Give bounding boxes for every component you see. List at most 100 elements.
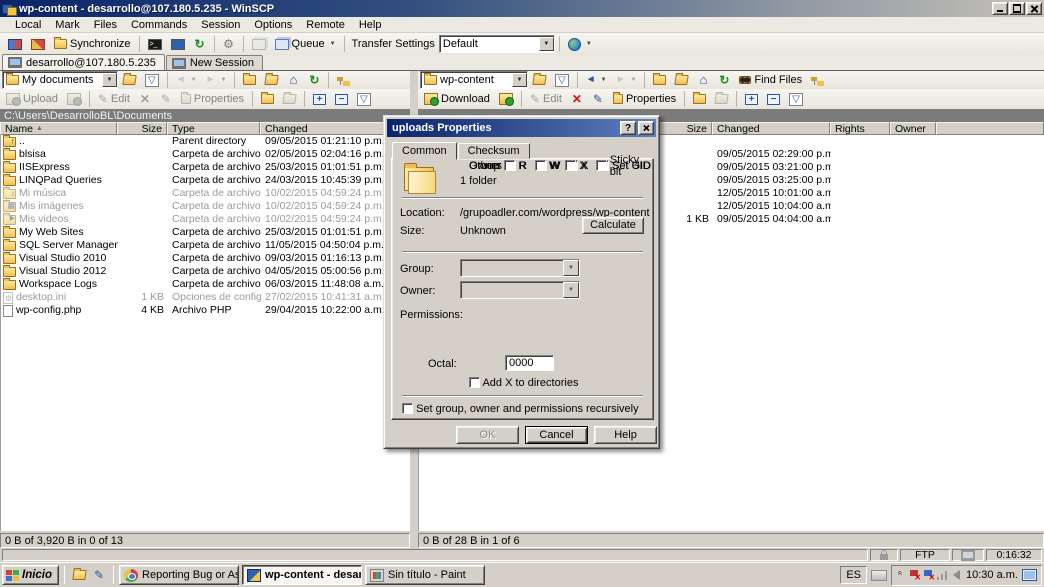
- upload-and-delete-button[interactable]: [63, 89, 85, 109]
- column-header-name[interactable]: Name▲: [0, 122, 117, 135]
- file-row[interactable]: Mi música Carpeta de archivos 10/02/2015…: [1, 187, 410, 200]
- download-and-delete-button[interactable]: [495, 89, 517, 109]
- left-unselect-button[interactable]: −: [331, 89, 352, 109]
- file-row[interactable]: SQL Server Manageme... Carpeta de archiv…: [1, 239, 410, 252]
- cancel-button[interactable]: Cancel: [525, 426, 588, 444]
- right-selection-filter-button[interactable]: ▽: [785, 89, 807, 109]
- right-delete-button[interactable]: ✕: [567, 89, 587, 109]
- file-row[interactable]: IISExpress Carpeta de archivos 25/03/201…: [1, 161, 410, 174]
- keyboard-icon[interactable]: [871, 570, 887, 581]
- chevron-down-icon[interactable]: ▼: [539, 37, 554, 51]
- right-refresh-button[interactable]: ↻: [714, 70, 734, 90]
- chevron-down-icon[interactable]: ▼: [512, 73, 527, 87]
- left-tree-button[interactable]: [333, 70, 354, 90]
- left-new-file-button[interactable]: [279, 89, 300, 109]
- right-forward-button[interactable]: ►▼: [612, 70, 641, 90]
- left-parent-directory-button[interactable]: [239, 70, 260, 90]
- right-directory-combo[interactable]: wp-content ▼: [420, 71, 528, 89]
- right-select-button[interactable]: +: [741, 89, 762, 109]
- start-button[interactable]: Inicio: [2, 565, 59, 585]
- minimize-button[interactable]: [992, 2, 1008, 15]
- session-tab[interactable]: New Session: [166, 55, 263, 70]
- file-row[interactable]: Mis imágenes Carpeta de archivos 10/02/2…: [1, 200, 410, 213]
- right-parent-directory-button[interactable]: [649, 70, 670, 90]
- security-alert-icon[interactable]: [909, 570, 919, 580]
- file-row[interactable]: .. Parent directory 09/05/2015 01:21:10 …: [1, 135, 410, 148]
- synchronize-button[interactable]: Synchronize: [50, 34, 135, 54]
- owner-combo[interactable]: ▼: [460, 281, 580, 299]
- column-header-size[interactable]: Size: [117, 122, 167, 135]
- menu-item[interactable]: Session: [194, 18, 247, 32]
- right-new-file-button[interactable]: [711, 89, 732, 109]
- octal-input[interactable]: 0000: [505, 355, 554, 371]
- chevron-down-icon[interactable]: ▼: [563, 282, 579, 298]
- menu-item[interactable]: Commands: [124, 18, 194, 32]
- group-combo[interactable]: ▼: [460, 259, 580, 277]
- left-properties-button[interactable]: Properties: [177, 89, 248, 109]
- left-back-button[interactable]: ◄▼: [172, 70, 201, 90]
- recursive-checkbox[interactable]: [402, 403, 413, 414]
- menu-item[interactable]: Options: [247, 18, 299, 32]
- left-open-directory-button[interactable]: [119, 70, 140, 90]
- preferences-button[interactable]: ⚙: [219, 34, 239, 54]
- right-home-button[interactable]: ⌂: [693, 70, 713, 90]
- ok-button[interactable]: OK: [456, 426, 519, 444]
- left-select-button[interactable]: +: [309, 89, 330, 109]
- left-filter-button[interactable]: ▽: [141, 70, 163, 90]
- file-row[interactable]: Visual Studio 2012 Carpeta de archivos 0…: [1, 265, 410, 278]
- right-rename-button[interactable]: ✎: [588, 89, 608, 109]
- right-properties-button[interactable]: Properties: [609, 89, 680, 109]
- language-indicator[interactable]: ES: [840, 566, 867, 584]
- task-button[interactable]: wp-content - desarrol...: [242, 565, 362, 585]
- left-path-bar[interactable]: C:\Users\DesarrolloBL\Documents: [0, 109, 410, 122]
- file-row[interactable]: desktop.ini 1 KB Opciones de config... 2…: [1, 291, 410, 304]
- right-back-button[interactable]: ◄▼: [582, 70, 611, 90]
- transfer-settings-combo[interactable]: Default ▼: [439, 35, 555, 53]
- update-alert-icon[interactable]: [923, 570, 933, 580]
- quick-launch-notes-button[interactable]: ✎: [90, 566, 108, 584]
- quick-launch-explorer-button[interactable]: [70, 566, 88, 584]
- file-row[interactable]: LINQPad Queries Carpeta de archivos 24/0…: [1, 174, 410, 187]
- special-checkbox[interactable]: [596, 160, 607, 171]
- left-home-button[interactable]: ⌂: [283, 70, 303, 90]
- menu-item[interactable]: Mark: [48, 18, 86, 32]
- calculate-button[interactable]: Calculate: [582, 217, 644, 234]
- right-tree-button[interactable]: [807, 70, 828, 90]
- column-header-rights[interactable]: Rights: [830, 122, 890, 135]
- file-row[interactable]: My Web Sites Carpeta de archivos 25/03/2…: [1, 226, 410, 239]
- column-header-owner[interactable]: Owner: [890, 122, 936, 135]
- right-new-folder-button[interactable]: [689, 89, 710, 109]
- file-row[interactable]: Mis videos Carpeta de archivos 10/02/201…: [1, 213, 410, 226]
- right-edit-button[interactable]: ✎Edit: [526, 89, 566, 109]
- chevron-down-icon[interactable]: ▼: [563, 260, 579, 276]
- show-desktop-button[interactable]: [1022, 569, 1037, 581]
- open-console-button[interactable]: >_: [144, 34, 166, 54]
- dialog-close-button[interactable]: [638, 121, 654, 135]
- menu-item[interactable]: Local: [8, 18, 48, 32]
- task-button[interactable]: Sin título - Paint: [365, 565, 485, 585]
- queue-button[interactable]: Queue▼: [271, 34, 340, 54]
- queue-toggle-button[interactable]: [248, 34, 270, 54]
- left-new-folder-button[interactable]: [257, 89, 278, 109]
- execute-checkbox[interactable]: [565, 160, 576, 171]
- upload-button[interactable]: Upload: [2, 89, 62, 109]
- show-hidden-icons-button[interactable]: «: [896, 571, 906, 580]
- transfer-options-button[interactable]: ▼: [564, 34, 596, 54]
- write-checkbox[interactable]: [535, 160, 546, 171]
- open-in-putty-button[interactable]: [167, 34, 189, 54]
- menu-item[interactable]: Files: [87, 18, 124, 32]
- right-filter-button[interactable]: ▽: [551, 70, 573, 90]
- task-button[interactable]: Reporting Bug or Asking ...: [119, 565, 239, 585]
- left-forward-button[interactable]: ►▼: [202, 70, 231, 90]
- network-signal-icon[interactable]: [937, 570, 949, 580]
- compare-directories-button[interactable]: [4, 34, 26, 54]
- close-button[interactable]: [1026, 2, 1042, 15]
- left-rename-button[interactable]: ✎: [156, 89, 176, 109]
- find-files-button[interactable]: Find Files: [735, 70, 806, 90]
- menu-item[interactable]: Remote: [299, 18, 352, 32]
- restore-button[interactable]: [1009, 2, 1025, 15]
- volume-icon[interactable]: [953, 570, 960, 580]
- right-unselect-button[interactable]: −: [763, 89, 784, 109]
- dialog-tab[interactable]: Checksum: [458, 143, 530, 159]
- left-directory-combo[interactable]: My documents ▼: [2, 71, 118, 89]
